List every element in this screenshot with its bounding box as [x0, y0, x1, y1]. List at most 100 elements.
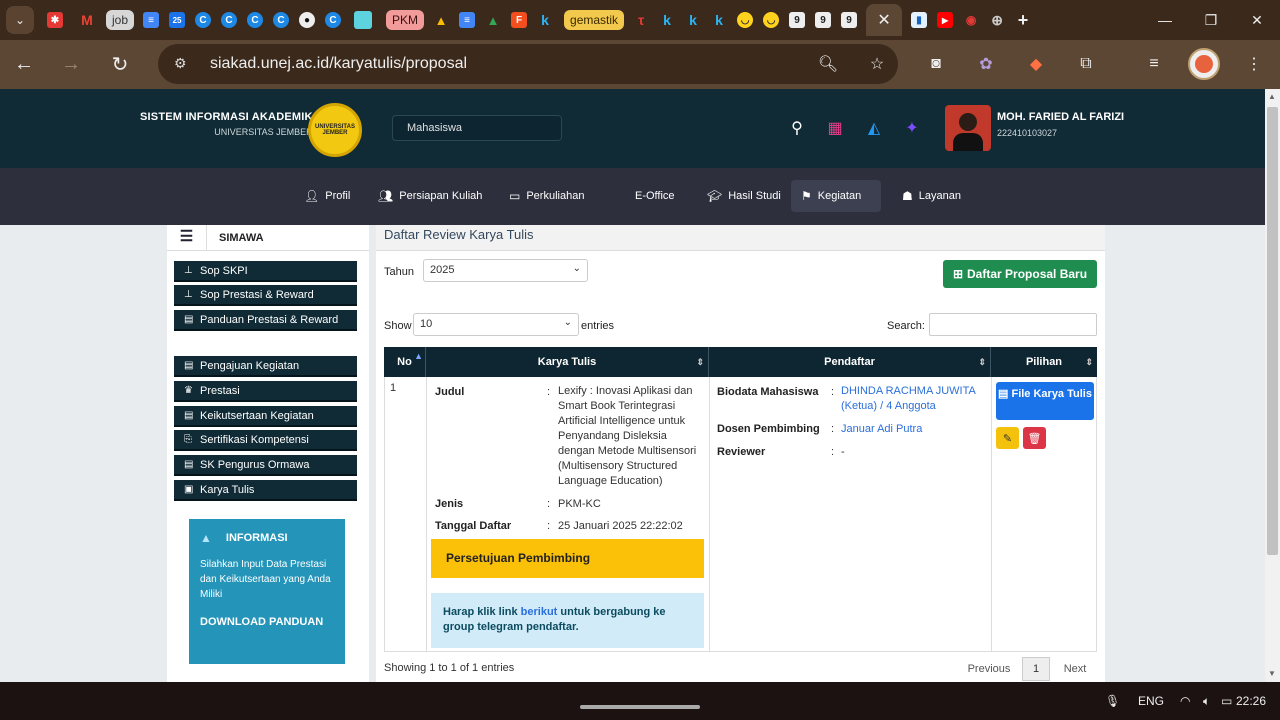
menu-perkuliahan[interactable]: ▭ Perkuliahan: [499, 180, 594, 212]
screenshot-icon[interactable]: ◙: [922, 49, 950, 79]
sidebar-item-panduan-prestasi[interactable]: ▤ Panduan Prestasi & Reward: [174, 310, 357, 331]
tab-c3-icon[interactable]: C: [242, 7, 268, 33]
tab-drive1-icon[interactable]: ▲: [428, 7, 454, 33]
tab-gmail-icon[interactable]: M: [74, 7, 100, 33]
battery-icon[interactable]: ▭: [1221, 682, 1232, 720]
tab-t-icon[interactable]: τ: [628, 7, 654, 33]
active-tab-close-icon[interactable]: ✕: [866, 4, 903, 36]
microphone-icon[interactable]: 🎙︎: [1105, 682, 1120, 720]
cloud-app-icon[interactable]: ◭: [863, 117, 885, 139]
tab-gemastik[interactable]: gemastik: [564, 10, 625, 30]
telegram-link[interactable]: berikut: [521, 606, 558, 618]
tab-docs2-icon[interactable]: ≡: [454, 7, 480, 33]
menu-hasil-studi[interactable]: 🎓︎ Hasil Studi: [697, 180, 791, 212]
tab-teal-icon[interactable]: [350, 7, 376, 33]
search-icon[interactable]: ⚲: [786, 117, 808, 139]
tab-k4-icon[interactable]: k: [706, 7, 732, 33]
biodata-link[interactable]: DHINDA RACHMA JUWITA (Ketua) / 4 Anggota: [841, 384, 981, 414]
table-search-input[interactable]: [929, 313, 1097, 336]
page-scrollbar[interactable]: ▲ ▼: [1265, 89, 1280, 682]
sidebar-item-sertifikasi[interactable]: ⎘ Sertifikasi Kompetensi: [174, 430, 357, 451]
file-karya-tulis-button[interactable]: ▤ File Karya Tulis: [996, 382, 1094, 420]
column-pendaftar[interactable]: Pendaftar ⇕: [709, 347, 991, 377]
menu-persiapan-kuliah[interactable]: 👥︎ Persiapan Kuliah: [368, 180, 492, 212]
scrollbar-thumb[interactable]: [1267, 107, 1278, 555]
apps-grid-icon[interactable]: ▦: [824, 117, 846, 139]
tab-search-button[interactable]: ⌄: [6, 6, 34, 34]
new-tab-icon[interactable]: +: [1010, 7, 1036, 33]
column-no[interactable]: No ▲: [384, 347, 426, 377]
dosen-link[interactable]: Januar Adi Putra: [841, 422, 922, 437]
sidebar-item-pengajuan-kegiatan[interactable]: ▤ Pengajuan Kegiatan: [174, 356, 357, 377]
restore-icon[interactable]: ❐: [1188, 0, 1234, 40]
column-pilihan[interactable]: Pilihan ⇕: [991, 347, 1097, 377]
sidebar-item-keikutsertaan[interactable]: ▤ Keikutsertaan Kegiatan: [174, 406, 357, 427]
tab-c4-icon[interactable]: C: [268, 7, 294, 33]
tab-k3-icon[interactable]: k: [680, 7, 706, 33]
pagination-next[interactable]: Next: [1060, 657, 1090, 681]
sidebar-item-prestasi[interactable]: ♛ Prestasi: [174, 381, 357, 402]
profile-avatar-icon[interactable]: [1188, 48, 1220, 80]
sparkle-app-icon[interactable]: ✦: [901, 117, 923, 139]
pagination-page-1[interactable]: 1: [1022, 657, 1050, 681]
menu-kegiatan[interactable]: ⚑ Kegiatan: [791, 180, 881, 212]
download-panduan-link[interactable]: DOWNLOAD PANDUAN: [200, 616, 334, 628]
language-indicator[interactable]: ENG: [1138, 682, 1164, 720]
tab-record-icon[interactable]: ◉: [958, 7, 984, 33]
hamburger-icon[interactable]: ☰: [167, 224, 207, 251]
delete-button[interactable]: 🗑︎: [1023, 427, 1046, 449]
scroll-up-icon[interactable]: ▲: [1268, 92, 1276, 101]
tab-9b-icon[interactable]: 9: [810, 7, 836, 33]
close-window-icon[interactable]: ✕: [1234, 0, 1280, 40]
tab-huggingface1-icon[interactable]: ◡: [732, 7, 758, 33]
tab-c5-icon[interactable]: C: [320, 7, 346, 33]
tab-pkm[interactable]: PKM: [386, 10, 425, 30]
address-bar[interactable]: ⚙ siakad.unej.ac.id/karyatulis/proposal …: [158, 44, 898, 84]
tahun-select[interactable]: 2025 ⌄: [423, 259, 588, 282]
column-karya-tulis[interactable]: Karya Tulis ⇕: [426, 347, 709, 377]
tab-book-icon[interactable]: ▮: [906, 7, 932, 33]
tab-k2-icon[interactable]: k: [654, 7, 680, 33]
tab-c1-icon[interactable]: C: [190, 7, 216, 33]
sidebar-item-sop-skpi[interactable]: ⊥ Sop SKPI: [174, 261, 357, 282]
extension-brain-icon[interactable]: ✿: [972, 49, 1000, 79]
tab-9c-icon[interactable]: 9: [836, 7, 862, 33]
extension-orange-icon[interactable]: ◆: [1022, 49, 1050, 79]
tab-red-cross-icon[interactable]: ✱: [42, 7, 68, 33]
tab-huggingface2-icon[interactable]: ◡: [758, 7, 784, 33]
tab-c2-icon[interactable]: C: [216, 7, 242, 33]
clock[interactable]: 22:26: [1236, 682, 1266, 720]
reload-icon[interactable]: ↻: [100, 45, 140, 85]
edit-button[interactable]: ✎: [996, 427, 1019, 449]
volume-icon[interactable]: 🔈︎: [1203, 682, 1210, 720]
daftar-proposal-baru-button[interactable]: ⊞ Daftar Proposal Baru: [943, 260, 1097, 288]
tab-figma-icon[interactable]: F: [506, 7, 532, 33]
extensions-puzzle-icon[interactable]: ⧉: [1072, 49, 1100, 79]
sidebar-item-sk-pengurus[interactable]: ▤ SK Pengurus Ormawa: [174, 455, 357, 476]
bookmark-star-icon[interactable]: ☆: [861, 44, 893, 84]
back-icon[interactable]: ←: [4, 45, 44, 85]
browser-menu-icon[interactable]: ⋮: [1240, 49, 1268, 79]
pagination-previous[interactable]: Previous: [966, 657, 1012, 681]
tab-docs-icon[interactable]: ≡: [138, 7, 164, 33]
forward-icon[interactable]: →: [51, 45, 91, 85]
tab-calendar-icon[interactable]: 25: [164, 7, 190, 33]
tab-k1-icon[interactable]: k: [532, 7, 558, 33]
tab-youtube-icon[interactable]: ▶: [932, 7, 958, 33]
media-control-icon[interactable]: ≡: [1140, 49, 1168, 79]
tab-globe-icon[interactable]: ⊕: [984, 7, 1010, 33]
site-info-icon[interactable]: ⚙: [174, 55, 196, 73]
user-avatar[interactable]: [945, 105, 991, 151]
sidebar-item-karya-tulis[interactable]: ▣ Karya Tulis: [174, 480, 357, 501]
minimize-icon[interactable]: —: [1142, 0, 1188, 40]
wifi-icon[interactable]: ◠: [1180, 682, 1190, 720]
tab-github-icon[interactable]: ●: [294, 7, 320, 33]
tab-9a-icon[interactable]: 9: [784, 7, 810, 33]
scroll-down-icon[interactable]: ▼: [1268, 669, 1276, 678]
sidebar-item-sop-prestasi[interactable]: ⊥ Sop Prestasi & Reward: [174, 285, 357, 306]
menu-layanan[interactable]: ☗ Layanan: [892, 180, 971, 212]
tab-job[interactable]: job: [106, 10, 135, 30]
zoom-icon[interactable]: 🔍︎: [812, 44, 844, 84]
entries-select[interactable]: 10 ⌄: [413, 313, 579, 336]
role-selector[interactable]: Mahasiswa: [392, 115, 562, 141]
